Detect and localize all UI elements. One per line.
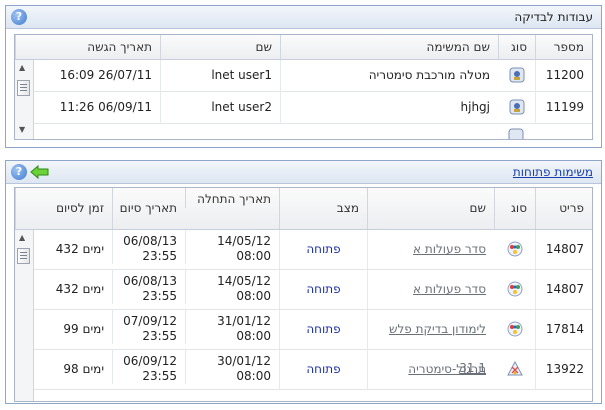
- table-row[interactable]: 14807 סדר פעולות א פתוחה 14/05/12 08:00 0…: [15, 230, 592, 270]
- start-date: 31/01/12: [217, 314, 271, 328]
- row-end: 06/08/13 23:55: [112, 230, 185, 264]
- open-tasks-grid-header: פריט סוג שם מצב תאריך התחלה תאריך סיום ז…: [15, 188, 592, 230]
- scroll-thumb[interactable]: [17, 248, 30, 264]
- open-tasks-panel: משימות פתוחות ? פריט סוג שם מצב תאריך הת…: [5, 160, 602, 404]
- row-task-name: hjhgj: [280, 92, 498, 123]
- end-time: 23:55: [142, 289, 177, 303]
- row-user-name: lnet user1: [160, 60, 280, 91]
- row-status: פתוחה: [279, 270, 367, 309]
- task-type-icon: [509, 67, 525, 83]
- row-submit-date: 11:26 06/09/11: [33, 92, 160, 123]
- open-tasks-panel-title[interactable]: משימות פתוחות: [513, 165, 593, 179]
- help-icon[interactable]: ?: [11, 164, 27, 180]
- row-task-name: מטלה מורכבת סימטריה: [280, 60, 498, 91]
- column-header-name[interactable]: שם: [160, 35, 280, 59]
- column-header-end-date[interactable]: תאריך סיום: [112, 188, 185, 229]
- row-time-left: 98 ימים: [33, 350, 112, 389]
- row-time-left: 432 ימים: [33, 270, 112, 309]
- row-name: תרגול-סימטריה: [367, 350, 494, 389]
- task-link[interactable]: תרגול-סימטריה: [408, 362, 486, 376]
- row-submit-date: 16:09 26/07/11: [33, 60, 160, 91]
- review-scrollbar[interactable]: ▲ ▼: [15, 60, 34, 139]
- row-item: 14807: [535, 270, 592, 309]
- row-status: פתוחה: [279, 310, 367, 349]
- start-date: 30/01/12: [217, 354, 271, 368]
- column-header-time-left[interactable]: זמן לסיום: [15, 188, 112, 229]
- help-icon[interactable]: ?: [11, 9, 27, 25]
- table-row[interactable]: 14807 סדר פעולות א פתוחה 14/05/12 08:00 0…: [15, 270, 592, 310]
- review-panel-title: עבודות לבדיקה: [514, 10, 593, 24]
- review-grid-header: מספר סוג שם המשימה שם תאריך הגשה: [15, 35, 592, 60]
- open-tasks-grid: פריט סוג שם מצב תאריך התחלה תאריך סיום ז…: [14, 187, 593, 402]
- review-panel: עבודות לבדיקה ? מספר סוג שם המשימה שם תא…: [5, 5, 602, 148]
- end-time: 23:55: [142, 249, 177, 263]
- column-header-task-name[interactable]: שם המשימה: [280, 35, 498, 59]
- row-name: סדר פעולות א: [367, 230, 494, 269]
- table-row[interactable]: 11200 מטלה מורכבת סימטריה lnet user1 16:…: [15, 60, 592, 92]
- open-tasks-panel-header: משימות פתוחות ?: [6, 161, 601, 184]
- task-type-icon: [508, 128, 524, 139]
- column-header-submit-date[interactable]: תאריך הגשה: [15, 35, 160, 59]
- row-item: 14807: [535, 230, 592, 269]
- scroll-thumb[interactable]: [17, 80, 30, 96]
- scroll-up-icon[interactable]: ▲: [19, 233, 25, 242]
- partial-row: [15, 124, 592, 139]
- start-date: 14/05/12: [217, 234, 271, 248]
- colored-dots-icon: [507, 321, 523, 337]
- table-row[interactable]: 11199 hjhgj lnet user2 11:26 06/09/11: [15, 92, 592, 124]
- task-link[interactable]: סדר פעולות א: [413, 242, 486, 256]
- end-date: 06/08/13: [123, 274, 177, 288]
- open-tasks-scrollbar[interactable]: ▲: [15, 230, 34, 401]
- end-date: 07/09/12: [123, 314, 177, 328]
- review-grid: מספר סוג שם המשימה שם תאריך הגשה 11200 מ…: [14, 34, 593, 140]
- task-type-icon: [509, 99, 525, 115]
- row-start: 30/01/12 08:00: [185, 350, 279, 384]
- review-panel-header: עבודות לבדיקה ?: [6, 6, 601, 29]
- row-start: 14/05/12 08:00: [185, 230, 279, 264]
- row-status: פתוחה: [279, 350, 367, 389]
- row-start: 14/05/12 08:00: [185, 270, 279, 304]
- row-user-name: lnet user2: [160, 92, 280, 123]
- start-time: 08:00: [236, 289, 271, 303]
- row-start: 31/01/12 08:00: [185, 310, 279, 344]
- column-header-type[interactable]: סוג: [494, 188, 535, 229]
- start-time: 08:00: [236, 329, 271, 343]
- end-time: 23:55: [142, 329, 177, 343]
- column-header-number[interactable]: מספר: [535, 35, 592, 59]
- column-header-start-date[interactable]: תאריך התחלה: [185, 188, 279, 208]
- column-header-item[interactable]: פריט: [535, 188, 592, 229]
- back-arrow-icon[interactable]: [30, 164, 50, 180]
- task-link[interactable]: סדר פעולות א: [413, 282, 486, 296]
- scroll-up-icon[interactable]: ▲: [19, 63, 25, 72]
- end-date: 06/09/12: [123, 354, 177, 368]
- colored-dots-icon: [507, 241, 523, 257]
- row-item: 17814: [535, 310, 592, 349]
- end-time: 23:55: [142, 369, 177, 383]
- row-item: 13922: [535, 350, 592, 389]
- end-date: 06/08/13: [123, 234, 177, 248]
- colored-dots-icon: [507, 281, 523, 297]
- row-name: סדר פעולות א: [367, 270, 494, 309]
- row-end: 07/09/12 23:55: [112, 310, 185, 344]
- row-end: 06/09/12 23:55: [112, 350, 185, 384]
- column-header-type[interactable]: סוג: [498, 35, 535, 59]
- table-row[interactable]: 13922 תרגול-סימטריה פתוחה 30/01/12 08:00 …: [15, 350, 592, 390]
- symmetry-icon: [507, 361, 523, 376]
- column-header-status[interactable]: מצב: [279, 188, 367, 229]
- row-number: 11199: [535, 92, 592, 123]
- scroll-down-icon[interactable]: ▼: [19, 125, 25, 134]
- table-row[interactable]: 17814 לימודון בדיקת פלש 31.1 פתוחה 31/01…: [15, 310, 592, 388]
- start-time: 08:00: [236, 369, 271, 383]
- row-time-left: 99 ימים: [33, 310, 112, 349]
- row-time-left: 432 ימים: [33, 230, 112, 269]
- row-number: 11200: [535, 60, 592, 91]
- row-end: 06/08/13 23:55: [112, 270, 185, 304]
- start-date: 14/05/12: [217, 274, 271, 288]
- start-time: 08:00: [236, 249, 271, 263]
- column-header-name[interactable]: שם: [367, 188, 494, 229]
- row-status: פתוחה: [279, 230, 367, 269]
